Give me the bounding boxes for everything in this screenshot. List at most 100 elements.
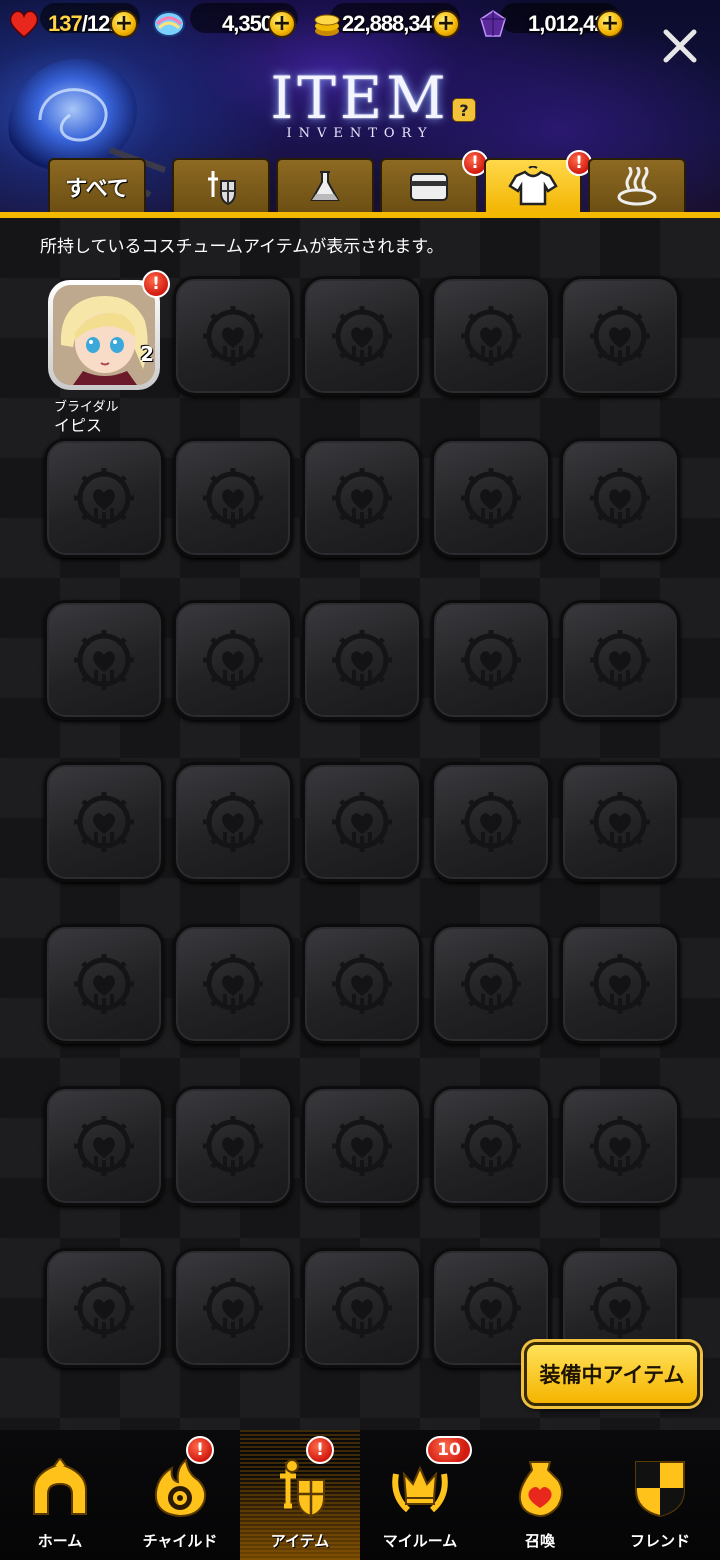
empty-slot-icon: [590, 792, 650, 852]
nav-my-room[interactable]: 10 マイルーム: [360, 1430, 480, 1560]
empty-slot-icon: [461, 630, 521, 690]
inventory-panel: 所持しているコスチュームアイテムが表示されます。 ! 2 ブライダル イピス 装…: [0, 218, 720, 1430]
empty-slot: [431, 276, 551, 396]
nav-friend[interactable]: フレンド: [600, 1430, 720, 1560]
gold-value: 22,888,347: [342, 11, 443, 36]
page-subtitle: INVENTORY: [286, 126, 434, 141]
empty-slot-icon: [332, 1278, 392, 1338]
empty-slot: [173, 1248, 293, 1368]
empty-slot: [44, 600, 164, 720]
empty-slot-icon: [332, 1116, 392, 1176]
empty-slot: [44, 438, 164, 558]
item-count: 2: [140, 342, 154, 366]
nav-child-badge: !: [186, 1436, 214, 1464]
empty-slot: [302, 1086, 422, 1206]
empty-slot-icon: [74, 630, 134, 690]
empty-slot-icon: [74, 1116, 134, 1176]
item-card[interactable]: ! 2: [48, 270, 170, 390]
header: 137/121 + 4,350 + 22,888,347 + 1,012,421…: [0, 0, 720, 218]
empty-slot: [44, 1248, 164, 1368]
empty-slot-icon: [203, 630, 263, 690]
bottom-nav: ホーム ! チャイルド ! アイテム 10 マイルーム 召喚 フレンド: [0, 1430, 720, 1560]
tab-cards[interactable]: !: [380, 150, 488, 214]
item-name-line2: イピス: [54, 416, 103, 435]
shield-icon: [635, 1461, 685, 1518]
empty-slot-icon: [74, 468, 134, 528]
home-icon: [33, 1458, 87, 1515]
empty-slot: [431, 1086, 551, 1206]
summon-potion-icon: [518, 1461, 563, 1518]
empty-slot: [560, 438, 680, 558]
info-text: 所持しているコスチュームアイテムが表示されます。: [40, 237, 444, 257]
empty-slot: [560, 600, 680, 720]
nav-item[interactable]: ! アイテム: [240, 1430, 360, 1560]
dark-gem-icon: [480, 10, 506, 37]
heart-icon: [9, 10, 39, 38]
hp-value: 137: [48, 11, 83, 36]
empty-slot-icon: [461, 306, 521, 366]
add-gem-button[interactable]: +: [596, 10, 624, 38]
empty-slot: [173, 762, 293, 882]
empty-slot-icon: [332, 306, 392, 366]
equipped-items-button[interactable]: 装備中アイテム: [524, 1342, 700, 1406]
empty-slot-icon: [461, 1278, 521, 1338]
nav-summon[interactable]: 召喚: [480, 1430, 600, 1560]
empty-slot: [431, 924, 551, 1044]
empty-slot: [302, 600, 422, 720]
empty-slot-icon: [332, 792, 392, 852]
empty-slot-icon: [332, 468, 392, 528]
child-flame-icon: [154, 1458, 207, 1518]
crown-laurel-icon: [392, 1465, 448, 1513]
item-knight-icon: [280, 1459, 325, 1518]
empty-slot: [560, 276, 680, 396]
empty-slot-icon: [332, 630, 392, 690]
nav-child[interactable]: ! チャイルド: [120, 1430, 240, 1560]
tab-equipment[interactable]: [172, 158, 270, 214]
empty-slot: [44, 1086, 164, 1206]
empty-slot-icon: [590, 306, 650, 366]
add-gold-button[interactable]: +: [432, 10, 460, 38]
tab-all[interactable]: すべて: [48, 158, 146, 214]
empty-slot-icon: [590, 1116, 650, 1176]
nav-my-room-badge: 10: [426, 1436, 472, 1464]
empty-slot-icon: [461, 954, 521, 1014]
help-button[interactable]: ?: [452, 98, 476, 122]
empty-slot-icon: [461, 792, 521, 852]
empty-slot: [44, 924, 164, 1044]
card-icon: [410, 173, 448, 201]
empty-slot: [560, 924, 680, 1044]
tab-hot-spring[interactable]: [588, 158, 686, 214]
nav-my-room-label: マイルーム: [382, 1532, 458, 1550]
nav-summon-label: 召喚: [524, 1532, 555, 1550]
tab-consumables[interactable]: [276, 158, 374, 214]
nav-item-badge: !: [306, 1436, 334, 1464]
equipment-icon: [208, 171, 236, 206]
nav-home-label: ホーム: [37, 1532, 83, 1550]
empty-slot-icon: [74, 1278, 134, 1338]
close-button[interactable]: [658, 24, 702, 68]
empty-slot: [431, 600, 551, 720]
empty-slot: [173, 600, 293, 720]
empty-slot: [173, 1086, 293, 1206]
gold-coins-icon: [314, 14, 340, 36]
costume-shirt-icon: [508, 166, 558, 206]
empty-slot-icon: [590, 1278, 650, 1338]
potion-flask-icon: [310, 171, 340, 201]
empty-slot-icon: [203, 792, 263, 852]
empty-slot: [173, 438, 293, 558]
page-title: ITEM: [270, 64, 450, 132]
empty-slot: [302, 276, 422, 396]
empty-slot: [302, 762, 422, 882]
tab-costume[interactable]: !: [484, 150, 592, 214]
empty-slot-icon: [590, 630, 650, 690]
empty-slot-icon: [203, 468, 263, 528]
add-hp-button[interactable]: +: [110, 10, 138, 38]
character-portrait-icon: [53, 285, 155, 385]
empty-slot-icon: [332, 954, 392, 1014]
empty-slot-icon: [590, 468, 650, 528]
add-crystal-button[interactable]: +: [268, 10, 296, 38]
rainbow-crystal-icon: [153, 11, 185, 37]
empty-slot: [431, 438, 551, 558]
close-icon: [663, 29, 697, 63]
nav-home[interactable]: ホーム: [0, 1430, 120, 1560]
